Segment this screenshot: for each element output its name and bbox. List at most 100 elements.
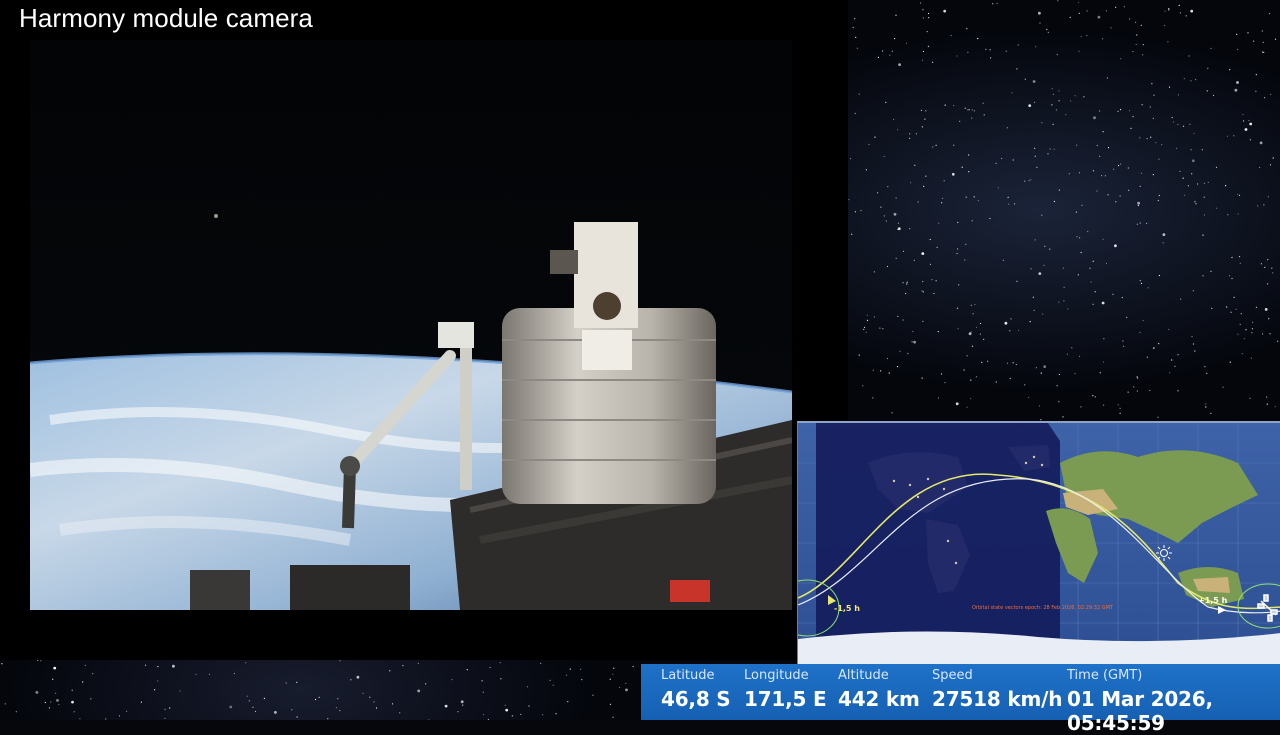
star	[1080, 406, 1082, 408]
star	[402, 665, 404, 667]
camera-video-feed[interactable]	[30, 40, 792, 610]
star	[1187, 185, 1189, 187]
star	[195, 673, 197, 676]
star	[1058, 189, 1060, 191]
star	[1033, 309, 1035, 311]
star	[1179, 12, 1181, 14]
star	[1207, 67, 1209, 69]
star	[1151, 83, 1153, 85]
star	[48, 707, 51, 709]
star	[1177, 94, 1180, 96]
star	[1076, 236, 1078, 238]
star	[314, 698, 317, 701]
star	[1102, 38, 1104, 40]
star	[1079, 237, 1081, 239]
star	[873, 316, 875, 318]
star	[58, 703, 60, 706]
star	[956, 55, 958, 57]
star	[1102, 131, 1104, 133]
star	[1266, 396, 1268, 398]
star	[1207, 181, 1209, 183]
star	[906, 283, 908, 285]
star	[957, 248, 959, 250]
star	[1149, 389, 1151, 392]
star	[961, 166, 963, 168]
star	[1164, 24, 1166, 27]
star	[967, 51, 969, 53]
star	[1015, 363, 1017, 366]
star	[1046, 28, 1048, 31]
star	[965, 196, 967, 198]
star	[1004, 321, 1008, 325]
star	[15, 711, 17, 713]
star	[1009, 330, 1011, 332]
star	[417, 662, 419, 664]
star	[953, 144, 955, 146]
star	[1158, 274, 1160, 277]
star	[1049, 248, 1051, 250]
star	[1267, 196, 1269, 198]
star	[1194, 350, 1196, 352]
star	[1272, 157, 1274, 159]
star	[981, 361, 983, 363]
star	[1127, 167, 1129, 169]
star	[922, 280, 924, 283]
star	[897, 228, 899, 230]
star	[1094, 291, 1096, 293]
star	[970, 379, 972, 381]
star	[1210, 47, 1212, 50]
star	[296, 716, 298, 718]
star	[1058, 373, 1060, 376]
star	[923, 185, 925, 187]
star	[925, 175, 927, 177]
star	[1229, 69, 1231, 71]
telemetry-bar: Latitude 46,8 S Longitude 171,5 E Altitu…	[641, 664, 1280, 735]
star	[865, 331, 867, 333]
ground-track-map[interactable]: -1,5 h +1,5 h Orbital state vectors epoc…	[774, 421, 1280, 666]
star	[569, 668, 571, 670]
star	[1193, 132, 1195, 134]
star	[1112, 293, 1114, 295]
star	[1206, 90, 1208, 92]
star	[1114, 244, 1117, 248]
telemetry-latitude: Latitude 46,8 S	[661, 668, 731, 711]
star	[862, 385, 864, 387]
star	[1120, 58, 1122, 60]
star	[1024, 180, 1026, 182]
star	[887, 186, 889, 188]
star	[970, 331, 972, 333]
star	[1211, 307, 1213, 309]
star	[902, 250, 905, 252]
star	[1271, 267, 1273, 269]
star	[1011, 92, 1013, 94]
star	[970, 304, 972, 306]
star	[919, 2, 922, 4]
star	[73, 711, 75, 713]
star	[157, 666, 159, 668]
star	[612, 673, 614, 675]
star	[1087, 230, 1089, 233]
star	[154, 689, 156, 691]
star	[1268, 318, 1270, 320]
star	[1205, 406, 1207, 408]
star	[1157, 416, 1159, 418]
star	[866, 314, 868, 316]
star	[1192, 343, 1195, 345]
star	[505, 708, 509, 712]
star	[896, 366, 899, 368]
star	[933, 292, 935, 295]
star	[1249, 139, 1251, 141]
star	[1043, 365, 1047, 368]
star	[1058, 401, 1060, 403]
star	[1263, 204, 1265, 206]
star	[609, 678, 611, 680]
star	[1237, 333, 1239, 335]
star	[1006, 127, 1009, 129]
star	[955, 402, 959, 406]
star	[1078, 172, 1081, 174]
star	[1139, 185, 1141, 187]
star	[951, 172, 955, 176]
star	[1028, 179, 1030, 182]
star	[1096, 144, 1098, 147]
star	[1128, 189, 1130, 191]
